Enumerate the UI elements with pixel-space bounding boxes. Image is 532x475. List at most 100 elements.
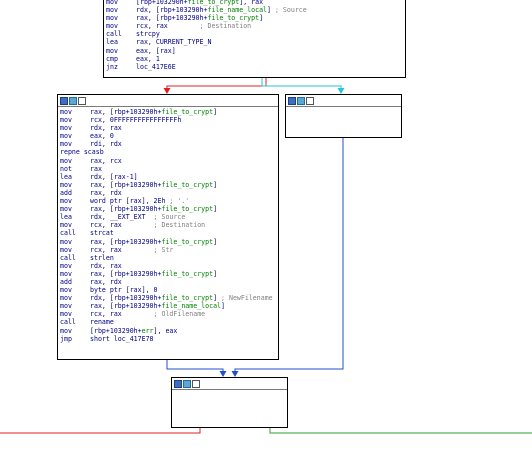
instruction-line[interactable]: mov rdi, rdx bbox=[60, 140, 276, 148]
instruction-line[interactable]: mov rax, [rbp+103290h+file_to_crypt] bbox=[60, 205, 276, 213]
mnemonic: mov bbox=[106, 46, 118, 55]
operands: rax, [rbp+103290h+file_to_crypt] bbox=[90, 108, 218, 116]
instruction-line[interactable]: mov rax, [rbp+103290h+file_to_crypt] bbox=[106, 14, 403, 22]
edge-false-branch bbox=[166, 78, 267, 93]
mnemonic: mov bbox=[106, 22, 118, 31]
operands: eax, 0 bbox=[90, 132, 114, 141]
instruction-line[interactable]: mov byte ptr [rax], 0 bbox=[60, 286, 276, 294]
instruction-line[interactable]: repne scasb bbox=[60, 148, 276, 156]
operands: rdx, __EXT_EXT ; Source bbox=[90, 213, 186, 222]
instruction-line[interactable]: mov rdx, rax bbox=[60, 124, 276, 132]
mnemonic: mov bbox=[60, 269, 72, 278]
mnemonic: mov bbox=[60, 140, 72, 149]
mnemonic: jmp bbox=[60, 334, 72, 343]
instructions-icon[interactable] bbox=[69, 96, 77, 105]
pin-icon[interactable] bbox=[192, 379, 200, 388]
instruction-line[interactable]: call strlen bbox=[60, 254, 276, 262]
node-header bbox=[286, 95, 401, 107]
operands: rcx, rax ; Destination bbox=[136, 22, 252, 31]
operands: rax, [rbp+103290h+file_to_crypt] bbox=[90, 180, 218, 189]
instruction-line[interactable]: mov rax, [rbp+103290h+file_to_crypt] bbox=[60, 270, 276, 278]
instruction-line[interactable]: not rax bbox=[60, 165, 276, 173]
mnemonic: mov bbox=[60, 326, 72, 335]
operands: rax, CURRENT_TYPE_N bbox=[136, 38, 212, 47]
instruction-line[interactable]: jmp short loc_417E78 bbox=[60, 335, 276, 343]
mnemonic: call bbox=[106, 30, 122, 39]
operands: rax, [rbp+103290h+file_to_crypt] bbox=[90, 269, 218, 278]
operands: rax bbox=[90, 164, 102, 173]
operands: short loc_417E78 bbox=[90, 334, 154, 343]
instruction-line[interactable]: jnz loc_417E6E bbox=[106, 63, 403, 71]
mnemonic: lea bbox=[106, 38, 118, 47]
instruction-line[interactable]: cmp eax, 1 bbox=[106, 55, 403, 63]
operands: rename bbox=[90, 318, 114, 327]
instruction-line[interactable]: mov rdx, [rbp+103290h+file_to_crypt] ; Ne… bbox=[60, 294, 276, 302]
code-block-loc-417E6E[interactable]: loc_417E6E:mov[rbp+103290h+err], 0 bbox=[285, 94, 402, 138]
instruction-line[interactable]: add rax, rdx bbox=[60, 189, 276, 197]
mnemonic: call bbox=[60, 253, 76, 262]
mnemonic: call bbox=[60, 229, 76, 238]
code-block-top[interactable]: mov [rbp+103290h+file_to_crypt], rax mov rd… bbox=[103, 0, 406, 78]
instruction-line[interactable]: call strcpy bbox=[106, 30, 403, 38]
graph-view-icon[interactable] bbox=[288, 96, 296, 105]
mnemonic: mov bbox=[60, 132, 72, 141]
instruction-line[interactable]: mov word ptr [rax], 2Eh ; '.' bbox=[60, 197, 276, 205]
code-block-loc-417E78[interactable]: loc_417E78:cmp[rbp+103290h+err], 0jzshor… bbox=[171, 377, 288, 428]
instruction-line[interactable]: mov rcx, rax ; OldFilename bbox=[60, 310, 276, 318]
instruction-line[interactable]: lea rdx, [rax-1] bbox=[60, 173, 276, 181]
instruction-line[interactable]: mov rcx, rax ; Destination bbox=[106, 22, 403, 30]
instruction-line[interactable]: mov rcx, rax ; Destination bbox=[60, 221, 276, 229]
instruction-line[interactable]: mov eax, [rax] bbox=[106, 47, 403, 55]
operands: rdx, [rax-1] bbox=[90, 172, 138, 181]
code-block-loc-417E78-instructions: loc_417E78:cmp[rbp+103290h+err], 0jzshor… bbox=[172, 390, 287, 427]
instruction-line[interactable]: mov eax, 0 bbox=[60, 132, 276, 140]
instruction-line[interactable]: mov rcx, rax ; Str bbox=[60, 246, 276, 254]
operands: rdx, [rbp+103290h+file_name_local] ; Sou… bbox=[136, 6, 307, 15]
mnemonic: not bbox=[60, 164, 72, 173]
mnemonic: add bbox=[60, 188, 72, 197]
instruction-line[interactable]: add rax, rdx bbox=[60, 278, 276, 286]
instruction-line[interactable]: mov rax, rcx bbox=[60, 157, 276, 165]
mnemonic: mov bbox=[60, 261, 72, 270]
mnemonic: mov bbox=[106, 6, 118, 15]
instruction-line[interactable]: mov [rbp+103290h+err], eax bbox=[60, 327, 276, 335]
mnemonic: mov bbox=[60, 180, 72, 189]
graph-view-icon[interactable] bbox=[174, 379, 182, 388]
pin-icon[interactable] bbox=[306, 96, 314, 105]
instruction-line[interactable]: mov rax, [rbp+103290h+file_name_local] bbox=[60, 302, 276, 310]
instruction-line[interactable]: mov rdx, [rbp+103290h+file_name_local] ; … bbox=[106, 6, 403, 14]
operands: [rbp+103290h+err], eax bbox=[90, 326, 178, 335]
code-block-top-instructions: mov [rbp+103290h+file_to_crypt], rax mov rd… bbox=[104, 0, 405, 71]
pin-icon[interactable] bbox=[78, 96, 86, 105]
instruction-line[interactable]: lea rdx, __EXT_EXT ; Source bbox=[60, 213, 276, 221]
instruction-line[interactable]: mov rcx, 0FFFFFFFFFFFFFFFFh bbox=[60, 116, 276, 124]
mnemonic: add bbox=[60, 277, 72, 286]
operands: rcx, rax ; OldFilename bbox=[90, 310, 206, 319]
instruction-line[interactable]: mov rdx, rax bbox=[60, 262, 276, 270]
mnemonic: mov bbox=[60, 205, 72, 214]
operands: rcx, rax ; Str bbox=[90, 245, 174, 254]
mnemonic: mov bbox=[60, 302, 72, 311]
mnemonic: mov bbox=[60, 197, 72, 206]
mnemonic: lea bbox=[60, 213, 72, 222]
operands: rax, rcx bbox=[90, 156, 122, 165]
code-block-rename-file[interactable]: mov rax, [rbp+103290h+file_to_crypt] mov rc… bbox=[57, 94, 279, 360]
edge-bottom-true bbox=[269, 428, 532, 434]
operands: rdx, [rbp+103290h+file_to_crypt] ; NewFi… bbox=[90, 294, 273, 303]
instruction-line[interactable]: call strcat bbox=[60, 229, 276, 237]
instructions-icon[interactable] bbox=[297, 96, 305, 105]
instructions-icon[interactable] bbox=[183, 379, 191, 388]
mnemonic: lea bbox=[60, 172, 72, 181]
node-header bbox=[58, 95, 278, 107]
operands: strcpy bbox=[136, 30, 160, 39]
mnemonic: mov bbox=[106, 14, 118, 23]
graph-view-icon[interactable] bbox=[60, 96, 68, 105]
operands: rax, rdx bbox=[90, 277, 122, 286]
instruction-line[interactable]: lea rax, CURRENT_TYPE_N bbox=[106, 38, 403, 46]
instruction-line[interactable]: mov rax, [rbp+103290h+file_to_crypt] bbox=[60, 238, 276, 246]
instruction-line[interactable]: mov rax, [rbp+103290h+file_to_crypt] bbox=[60, 108, 276, 116]
instruction-line[interactable]: mov rax, [rbp+103290h+file_to_crypt] bbox=[60, 181, 276, 189]
instruction-line[interactable]: call rename bbox=[60, 318, 276, 326]
operands: rax, [rbp+103290h+file_name_local] bbox=[90, 302, 225, 311]
mnemonic: mov bbox=[60, 124, 72, 133]
